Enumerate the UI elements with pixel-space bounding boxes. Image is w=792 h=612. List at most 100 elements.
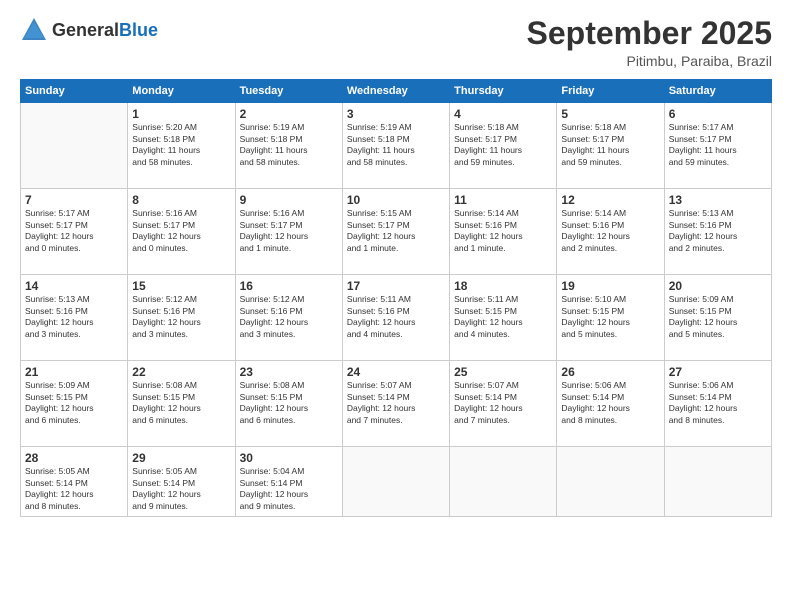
day-info-line: Daylight: 12 hours [240,231,309,241]
day-info-line: Sunset: 5:16 PM [561,220,624,230]
day-number: 1 [132,107,230,121]
day-info: Sunrise: 5:10 AMSunset: 5:15 PMDaylight:… [561,294,659,340]
calendar-cell: 13Sunrise: 5:13 AM Sunset: 5:16 PMDayligh… [664,189,771,275]
col-tuesday: Tuesday [235,80,342,103]
day-number: 26 [561,365,659,379]
day-number: 18 [454,279,552,293]
calendar-cell: 11Sunrise: 5:14 AMSunset: 5:16 PMDayligh… [450,189,557,275]
day-info-line: and 59 minutes. [454,157,514,167]
day-info-line: Sunrise: 5:07 AM [454,380,519,390]
day-info-line: Sunrise: 5:13 AM [669,208,734,218]
day-number: 16 [240,279,338,293]
day-info-line: Sunset: 5:16 PM [669,220,732,230]
calendar-cell [21,103,128,189]
day-info-line: and 8 minutes. [669,415,725,425]
day-info-line: Sunset: 5:16 PM [132,306,195,316]
day-info-line: Daylight: 11 hours [240,145,308,155]
day-number: 10 [347,193,445,207]
day-info-line: and 58 minutes. [347,157,407,167]
day-info-line: Sunrise: 5:08 AM [132,380,197,390]
day-info: Sunrise: 5:09 AMSunset: 5:15 PMDaylight:… [669,294,767,340]
day-info-line: and 7 minutes. [454,415,510,425]
day-info-line: Sunrise: 5:19 AM [240,122,305,132]
day-info-line: and 2 minutes. [669,243,725,253]
calendar-cell: 18Sunrise: 5:11 AMSunset: 5:15 PMDayligh… [450,275,557,361]
location-title: Pitimbu, Paraiba, Brazil [527,53,772,69]
day-info: Sunrise: 5:18 AMSunset: 5:17 PMDaylight:… [454,122,552,168]
day-number: 28 [25,451,123,465]
day-info-line: Sunset: 5:14 PM [454,392,517,402]
calendar-cell [450,447,557,517]
day-info-line: Sunset: 5:15 PM [132,392,195,402]
day-info: Sunrise: 5:19 AM Sunset: 5:18 PMDaylight:… [240,122,338,168]
day-info: Sunrise: 5:05 AMSunset: 5:14 PMDaylight:… [25,466,123,512]
day-info-line: Sunrise: 5:18 AM [561,122,626,132]
calendar-cell: 12Sunrise: 5:14 AMSunset: 5:16 PMDayligh… [557,189,664,275]
day-info: Sunrise: 5:08 AMSunset: 5:15 PMDaylight:… [132,380,230,426]
day-info-line: Sunrise: 5:16 AM [132,208,197,218]
day-info-line: and 3 minutes. [240,329,296,339]
day-number: 12 [561,193,659,207]
day-info-line: Daylight: 12 hours [669,403,738,413]
day-info: Sunrise: 5:12 AMSunset: 5:16 PMDaylight:… [240,294,338,340]
logo: GeneralBlue [20,16,158,44]
day-number: 14 [25,279,123,293]
day-info-line: Sunset: 5:18 PM [240,134,303,144]
calendar-cell: 16Sunrise: 5:12 AMSunset: 5:16 PMDayligh… [235,275,342,361]
day-info-line: Daylight: 12 hours [240,403,309,413]
day-info-line: and 6 minutes. [132,415,188,425]
calendar-cell: 14Sunrise: 5:13 AMSunset: 5:16 PMDayligh… [21,275,128,361]
day-number: 13 [669,193,767,207]
day-info-line: Sunset: 5:16 PM [25,306,88,316]
day-info-line: Sunrise: 5:14 AM [454,208,519,218]
calendar-cell: 8Sunrise: 5:16 AMSunset: 5:17 PMDaylight… [128,189,235,275]
day-info-line: Sunrise: 5:08 AM [240,380,305,390]
day-info: Sunrise: 5:11 AMSunset: 5:16 PMDaylight:… [347,294,445,340]
day-info-line: Daylight: 12 hours [561,403,630,413]
day-info: Sunrise: 5:20 AMSunset: 5:18 PMDaylight:… [132,122,230,168]
day-info: Sunrise: 5:09 AMSunset: 5:15 PMDaylight:… [25,380,123,426]
calendar-cell: 23Sunrise: 5:08 AMSunset: 5:15 PMDayligh… [235,361,342,447]
day-number: 8 [132,193,230,207]
day-info-line: Sunrise: 5:11 AM [454,294,518,304]
day-info: Sunrise: 5:14 AMSunset: 5:16 PMDaylight:… [454,208,552,254]
day-info-line: Daylight: 12 hours [25,489,94,499]
day-info-line: Sunset: 5:17 PM [561,134,624,144]
day-info-line: and 5 minutes. [561,329,617,339]
day-number: 19 [561,279,659,293]
day-number: 3 [347,107,445,121]
day-info-line: Sunrise: 5:15 AM [347,208,412,218]
day-info-line: and 1 minute. [454,243,506,253]
calendar-cell: 7Sunrise: 5:17 AMSunset: 5:17 PMDaylight… [21,189,128,275]
day-info-line: and 3 minutes. [132,329,188,339]
header: GeneralBlue September 2025 Pitimbu, Para… [20,16,772,69]
day-info-line: and 8 minutes. [561,415,617,425]
calendar-cell: 17Sunrise: 5:11 AMSunset: 5:16 PMDayligh… [342,275,449,361]
day-info: Sunrise: 5:12 AMSunset: 5:16 PMDaylight:… [132,294,230,340]
day-number: 9 [240,193,338,207]
day-info-line: Sunset: 5:14 PM [669,392,732,402]
day-info: Sunrise: 5:05 AMSunset: 5:14 PMDaylight:… [132,466,230,512]
calendar-cell: 2Sunrise: 5:19 AM Sunset: 5:18 PMDaylight… [235,103,342,189]
day-number: 21 [25,365,123,379]
day-info-line: and 2 minutes. [561,243,617,253]
day-info-line: Sunrise: 5:09 AM [669,294,734,304]
day-info-line: Daylight: 12 hours [669,231,738,241]
day-info-line: Sunrise: 5:16 AM [240,208,305,218]
day-info-line: Sunrise: 5:18 AM [454,122,519,132]
calendar-cell: 15Sunrise: 5:12 AMSunset: 5:16 PMDayligh… [128,275,235,361]
day-number: 2 [240,107,338,121]
calendar-cell: 24Sunrise: 5:07 AMSunset: 5:14 PMDayligh… [342,361,449,447]
calendar-cell: 21Sunrise: 5:09 AMSunset: 5:15 PMDayligh… [21,361,128,447]
day-info-line: Sunrise: 5:11 AM [347,294,411,304]
day-info-line: Daylight: 12 hours [454,403,523,413]
day-info: Sunrise: 5:11 AMSunset: 5:15 PMDaylight:… [454,294,552,340]
day-info-line: Daylight: 12 hours [347,403,416,413]
day-number: 4 [454,107,552,121]
day-info-line: Daylight: 12 hours [454,317,523,327]
day-info-line: Sunset: 5:14 PM [25,478,88,488]
day-info: Sunrise: 5:13 AMSunset: 5:16 PMDaylight:… [25,294,123,340]
col-sunday: Sunday [21,80,128,103]
calendar-cell: 6Sunrise: 5:17 AMSunset: 5:17 PMDaylight… [664,103,771,189]
day-info: Sunrise: 5:06 AMSunset: 5:14 PMDaylight:… [561,380,659,426]
